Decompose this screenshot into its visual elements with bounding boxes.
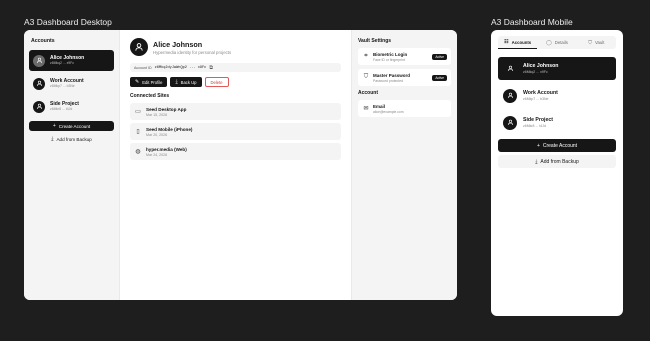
mobile-tabs: ☷ Accounts ◯ Details ⛉ Vault [498, 36, 616, 49]
globe-icon: ◍ [135, 149, 141, 155]
tab-details[interactable]: ◯ Details [537, 36, 576, 49]
account-name: Work Account [523, 90, 558, 96]
site-name: Seed Desktop App [146, 106, 187, 112]
desktop-board-title: A3 Dashboard Desktop [24, 17, 112, 27]
avatar [130, 38, 148, 56]
desktop-frame: Accounts Alice Johnson z6Mkq2 ... x9Fc Wo… [24, 30, 457, 300]
sidebar-heading: Accounts [31, 38, 55, 44]
user-icon [33, 77, 45, 90]
delete-button[interactable]: Delete [204, 77, 229, 87]
site-date: Mar 20, 2026 [146, 132, 168, 137]
email-label: Email [373, 103, 386, 109]
account-name: Alice Johnson [523, 63, 559, 69]
vault-settings-heading: Vault Settings [358, 38, 392, 44]
mobile-create-account-button[interactable]: + Create Account [498, 139, 616, 152]
back-up-button[interactable]: ⤓ Back Up [170, 77, 202, 87]
user-icon [503, 88, 517, 103]
tab-label: Accounts [511, 39, 532, 45]
site-item[interactable]: ▭ Seed Desktop App Mar 15, 2026 [130, 103, 341, 120]
users-icon: ☷ [504, 39, 509, 45]
user-icon [33, 54, 45, 67]
download-icon: ⤓ [51, 136, 54, 142]
copy-icon[interactable]: ⧉ [209, 65, 213, 71]
account-item-side[interactable]: Side Project z6Mkr8 ... t4Jd [29, 96, 114, 117]
accounts-sidebar: Accounts Alice Johnson z6Mkq2 ... x9Fc Wo… [24, 30, 120, 300]
plus-icon: + [536, 142, 540, 149]
tab-label: Details [554, 40, 568, 45]
create-account-button[interactable]: + Create Account [29, 121, 114, 131]
profile-actions: ✎ Edit Profile ⤓ Back Up Delete [130, 77, 341, 87]
account-id: z6Mkp7 ... b3Ne [50, 84, 75, 89]
status-badge: Active [432, 74, 447, 81]
create-account-label: Create Account [542, 142, 578, 149]
profile-subtitle: Hypermedia identity for personal project… [153, 49, 232, 55]
status-badge: Active [432, 53, 447, 60]
user-icon: ◯ [546, 39, 552, 46]
plus-icon: + [52, 123, 56, 129]
account-id-row: Account ID z6Mkq2dyJwWnQp2 ... x9Fc ⧉ [130, 63, 341, 72]
mobile-add-from-backup-button[interactable]: ⤓ Add from Backup [498, 155, 616, 168]
vault-panel: Vault Settings ⌗ Biometric Login Face ID … [351, 30, 457, 300]
shield-icon: ⛉ [588, 39, 592, 46]
profile-name: Alice Johnson [153, 39, 203, 49]
account-id-value: z6Mkq2dyJwWnQp2 ... x9Fc [154, 65, 207, 70]
user-icon [503, 115, 517, 130]
account-name: Side Project [523, 117, 553, 123]
account-id: z6Mkp7 ... b3Ne [523, 97, 549, 101]
account-id-label: Account ID [134, 65, 152, 70]
vault-item-biometric[interactable]: ⌗ Biometric Login Face ID or fingerprint … [358, 48, 451, 65]
add-from-backup-label: Add from Backup [540, 158, 579, 165]
tab-label: Vault [594, 40, 605, 45]
vault-item-name: Master Password [373, 72, 411, 78]
email-card[interactable]: ✉ Email alice@example.com [358, 100, 451, 117]
edit-profile-button[interactable]: ✎ Edit Profile [130, 77, 168, 87]
account-id: z6Mkr8 ... t4Jd [523, 124, 546, 128]
mobile-account-side[interactable]: Side Project z6Mkr8 ... t4Jd [498, 111, 616, 134]
vault-item-password[interactable]: ⛉ Master Password Password protected Acti… [358, 69, 451, 86]
account-id: z6Mkr8 ... t4Jd [50, 107, 73, 112]
account-item-work[interactable]: Work Account z6Mkp7 ... b3Ne [29, 73, 114, 94]
site-item[interactable]: ◍ hyper.media (Web) Mar 24, 2026 [130, 143, 341, 160]
user-icon [33, 100, 45, 113]
site-item[interactable]: ▯ Seed Mobile (iPhone) Mar 20, 2026 [130, 123, 341, 140]
phone-icon: ▯ [136, 129, 140, 135]
mobile-account-alice[interactable]: Alice Johnson z6Mkq2 ... x9Fc [498, 57, 616, 80]
delete-label: Delete [210, 79, 223, 85]
profile-header: Alice Johnson Hypermedia identity for pe… [130, 38, 341, 56]
user-icon [503, 61, 517, 76]
create-account-label: Create Account [58, 123, 91, 129]
account-heading: Account [358, 90, 378, 96]
profile-main: Alice Johnson Hypermedia identity for pe… [120, 30, 351, 300]
download-icon: ⤓ [175, 79, 178, 85]
account-id: z6Mkq2 ... x9Fc [50, 61, 74, 66]
vault-item-sub: Password protected [373, 78, 403, 83]
site-date: Mar 15, 2026 [146, 112, 168, 117]
download-icon: ⤓ [535, 158, 538, 165]
face-scan-icon: ⌗ [364, 53, 368, 59]
account-id: z6Mkq2 ... x9Fc [523, 70, 548, 74]
site-name: hyper.media (Web) [146, 146, 187, 152]
vault-item-name: Biometric Login [373, 51, 408, 57]
mail-icon: ✉ [363, 106, 369, 112]
site-date: Mar 24, 2026 [146, 152, 168, 157]
account-item-alice[interactable]: Alice Johnson z6Mkq2 ... x9Fc [29, 50, 114, 71]
site-name: Seed Mobile (iPhone) [146, 126, 193, 132]
mobile-board-title: A3 Dashboard Mobile [491, 17, 573, 27]
pencil-icon: ✎ [135, 79, 140, 85]
tab-vault[interactable]: ⛉ Vault [577, 36, 616, 49]
edit-profile-label: Edit Profile [142, 79, 163, 85]
vault-item-sub: Face ID or fingerprint [373, 57, 405, 62]
shield-icon: ⛉ [363, 74, 369, 80]
tab-accounts[interactable]: ☷ Accounts [498, 36, 538, 49]
add-from-backup-button[interactable]: ⤓ Add from Backup [29, 134, 114, 144]
email-value: alice@example.com [373, 109, 404, 114]
connected-sites-heading: Connected Sites [130, 93, 170, 99]
add-from-backup-label: Add from Backup [56, 136, 92, 142]
monitor-icon: ▭ [135, 109, 141, 115]
mobile-frame: ☷ Accounts ◯ Details ⛉ Vault Alice Johnson z… [491, 30, 623, 316]
mobile-account-work[interactable]: Work Account z6Mkp7 ... b3Ne [498, 84, 616, 107]
back-up-label: Back Up [180, 79, 197, 85]
